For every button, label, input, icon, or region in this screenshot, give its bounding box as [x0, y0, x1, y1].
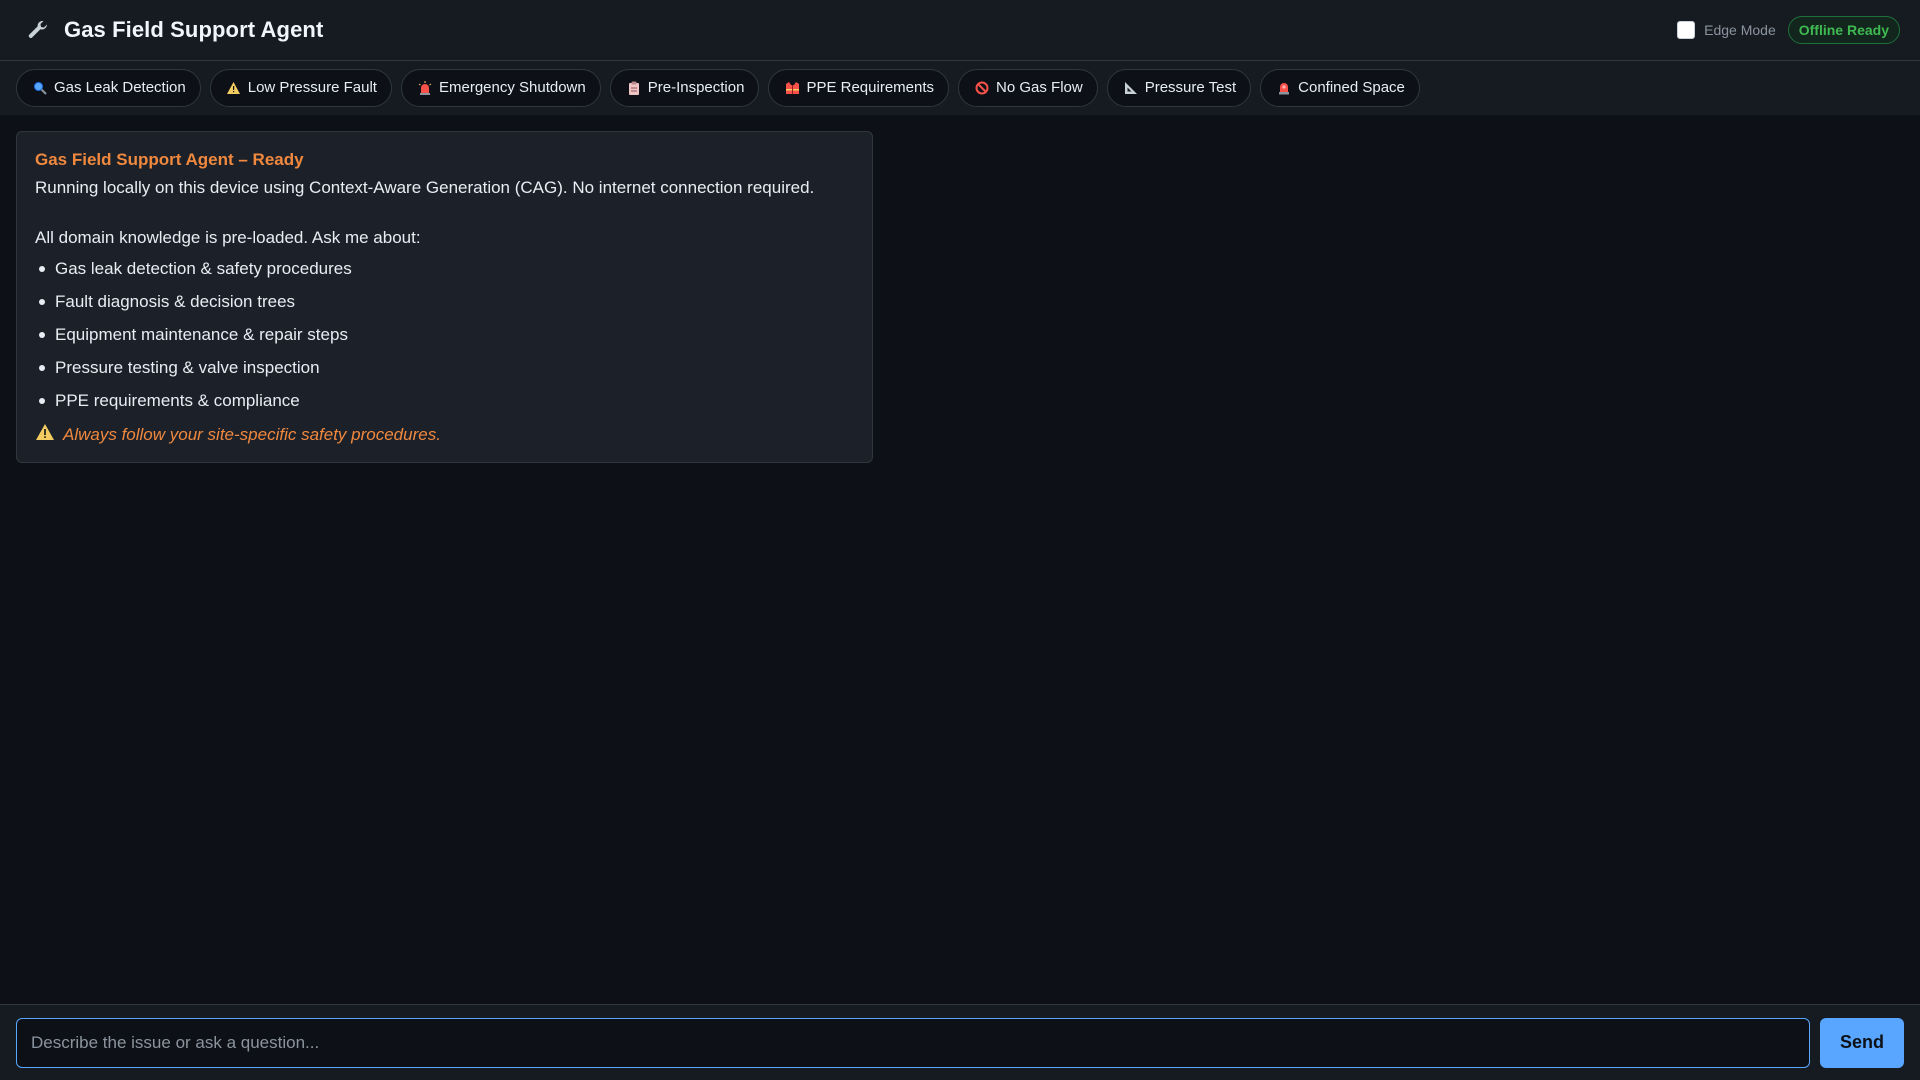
list-item: PPE requirements & compliance	[35, 390, 854, 412]
chip-label: Confined Space	[1298, 79, 1405, 96]
chip-ppe-requirements[interactable]: PPE Requirements	[768, 68, 950, 107]
chip-label: No Gas Flow	[996, 79, 1083, 96]
warning-text: Always follow your site-specific safety …	[63, 424, 441, 444]
chip-pre-inspection[interactable]: Pre-Inspection	[609, 68, 760, 107]
list-item-text: PPE requirements & compliance	[55, 391, 300, 410]
bullet-icon	[39, 332, 45, 338]
app-title: Gas Field Support Agent	[64, 17, 324, 42]
chip-label: PPE Requirements	[806, 79, 935, 96]
prohibited-icon	[974, 80, 990, 96]
offline-status-badge: Offline Ready	[1787, 16, 1900, 44]
message-intro: Running locally on this device using Con…	[35, 178, 815, 197]
warning-icon	[226, 80, 242, 96]
alarm-light-icon	[1276, 80, 1292, 96]
chip-label: Pre-Inspection	[647, 79, 745, 96]
chip-pressure-test[interactable]: Pressure Test	[1106, 68, 1252, 107]
chip-label: Gas Leak Detection	[54, 79, 186, 96]
siren-icon	[417, 80, 433, 96]
brand: Gas Field Support Agent	[24, 16, 323, 44]
chip-gas-leak-detection[interactable]: Gas Leak Detection	[16, 68, 201, 107]
message-list-heading: All domain knowledge is pre-loaded. Ask …	[35, 228, 421, 247]
message-input[interactable]	[16, 1017, 1810, 1068]
list-item-text: Equipment maintenance & repair steps	[55, 325, 348, 344]
agent-message: Gas Field Support Agent – Ready Running …	[16, 131, 873, 463]
list-item: Gas leak detection & safety procedures	[35, 258, 854, 280]
bullet-icon	[39, 266, 45, 272]
list-item: Equipment maintenance & repair steps	[35, 324, 854, 346]
chip-label: Pressure Test	[1144, 79, 1237, 96]
list-item-text: Pressure testing & valve inspection	[55, 358, 320, 377]
bullet-icon	[39, 299, 45, 305]
app-header: Gas Field Support Agent Edge Mode Offlin…	[0, 0, 1920, 61]
message-input-bar: Send	[0, 1004, 1920, 1080]
edge-mode-toggle[interactable]: Edge Mode	[1677, 21, 1776, 39]
safety-warning: Always follow your site-specific safety …	[35, 423, 854, 446]
chip-no-gas-flow[interactable]: No Gas Flow	[958, 68, 1098, 107]
list-item: Fault diagnosis & decision trees	[35, 291, 854, 313]
clipboard-icon	[626, 80, 642, 96]
chip-label: Low Pressure Fault	[247, 79, 377, 96]
list-item-text: Fault diagnosis & decision trees	[55, 292, 296, 311]
chip-low-pressure-fault[interactable]: Low Pressure Fault	[209, 68, 392, 107]
vest-icon	[784, 80, 800, 96]
header-controls: Edge Mode Offline Ready	[1677, 16, 1900, 44]
chat-area: Gas Field Support Agent – Ready Running …	[0, 115, 1920, 1004]
bullet-icon	[39, 365, 45, 371]
bullet-icon	[39, 398, 45, 404]
chip-label: Emergency Shutdown	[438, 79, 586, 96]
chip-emergency-shutdown[interactable]: Emergency Shutdown	[400, 68, 601, 107]
edge-mode-checkbox[interactable]	[1677, 21, 1696, 39]
chip-confined-space[interactable]: Confined Space	[1260, 68, 1420, 107]
list-item-text: Gas leak detection & safety procedures	[55, 259, 352, 278]
edge-mode-label: Edge Mode	[1704, 22, 1776, 38]
send-button[interactable]: Send	[1820, 1017, 1904, 1068]
quick-action-bar: Gas Leak Detection Low Pressure Fault Em…	[0, 61, 1920, 115]
topic-list: Gas leak detection & safety procedures F…	[35, 258, 854, 412]
app-root: Gas Field Support Agent Edge Mode Offlin…	[0, 0, 1920, 1080]
list-item: Pressure testing & valve inspection	[35, 357, 854, 379]
magnifier-icon	[32, 80, 48, 96]
triangle-ruler-icon	[1123, 80, 1139, 96]
wrench-icon	[24, 16, 52, 44]
warning-icon	[35, 423, 55, 446]
message-title: Gas Field Support Agent – Ready	[35, 150, 304, 169]
